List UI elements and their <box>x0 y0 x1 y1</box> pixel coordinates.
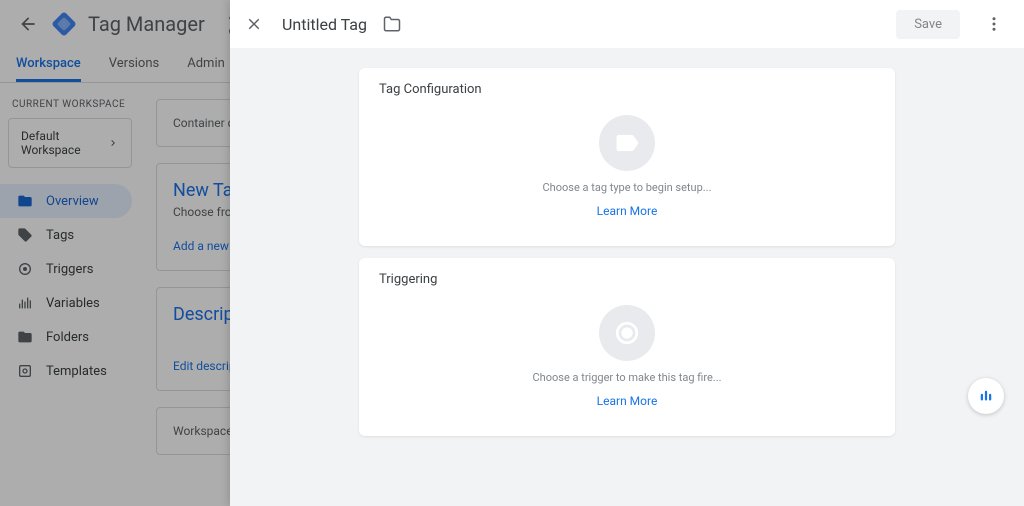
more-menu-button[interactable] <box>976 15 1012 33</box>
tag-configuration-panel[interactable]: Tag Configuration Choose a tag type to b… <box>359 68 895 246</box>
close-button[interactable] <box>242 12 266 36</box>
assistant-fab[interactable] <box>968 378 1004 414</box>
tag-placeholder-icon <box>599 115 655 171</box>
trigger-placeholder-icon <box>599 305 655 361</box>
save-button[interactable]: Save <box>896 10 960 39</box>
triggering-placeholder: Choose a trigger to make this tag fire..… <box>533 371 722 384</box>
triggering-learn-more-link[interactable]: Learn More <box>597 394 658 408</box>
folder-icon[interactable] <box>383 15 401 33</box>
triggering-panel[interactable]: Triggering Choose a trigger to make this… <box>359 258 895 436</box>
tag-config-placeholder: Choose a tag type to begin setup... <box>543 181 712 194</box>
tag-editor-modal: Untitled Tag Save Tag Configuration Choo… <box>230 0 1024 506</box>
triggering-title: Triggering <box>379 272 875 287</box>
tag-config-title: Tag Configuration <box>379 82 875 97</box>
tag-name-input[interactable]: Untitled Tag <box>282 15 367 34</box>
tag-config-learn-more-link[interactable]: Learn More <box>597 204 658 218</box>
